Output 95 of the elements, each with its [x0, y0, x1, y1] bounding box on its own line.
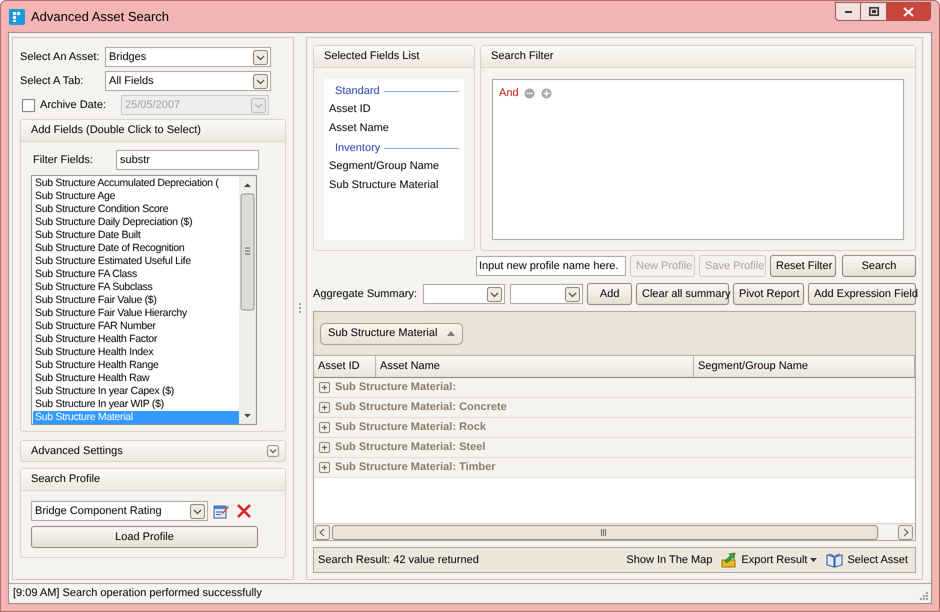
select-asset-button[interactable]: Select Asset [823, 549, 911, 571]
field-label: Archive Date: [40, 98, 108, 113]
column-header[interactable]: Segment/Group Name [694, 356, 915, 377]
close-icon [903, 6, 914, 16]
field-list-item[interactable]: Sub Structure FA Class [33, 268, 239, 281]
minimize-icon [844, 10, 852, 12]
field-list-item[interactable]: Sub Structure Condition Score [33, 203, 239, 216]
dropdown-caret-icon [253, 74, 268, 88]
group-heading: Standard [335, 84, 380, 99]
horizontal-scrollbar[interactable] [314, 523, 915, 540]
operator-link[interactable]: And [498, 85, 520, 102]
book-icon [826, 552, 844, 568]
panel-title: Selected Fields List [324, 49, 420, 64]
field-list-item[interactable]: Sub Structure FAR Number [33, 320, 239, 333]
field-list-item[interactable]: Sub Structure Age [33, 190, 239, 203]
aggregate-button[interactable]: Pivot Report [733, 283, 804, 305]
maximize-button[interactable] [861, 2, 887, 21]
export-menu-button[interactable]: Export Result [718, 549, 820, 571]
window-title: Advanced Asset Search [31, 8, 170, 26]
splitter-grip-icon [298, 302, 302, 314]
field-list-item[interactable]: Sub Structure FA Subclass [33, 281, 239, 294]
column-header[interactable]: Asset Name [376, 356, 694, 377]
field-label: Aggregate Summary: [313, 286, 417, 302]
panel-title: Search Filter [491, 49, 554, 64]
field-list-item[interactable]: Sub Structure Daily Depreciation ($) [33, 216, 239, 229]
selected-field-item[interactable]: Sub Structure Material [329, 179, 438, 191]
group-heading: Inventory [335, 140, 380, 156]
more-icon [524, 88, 535, 99]
aggregate-button[interactable]: Add [587, 283, 632, 305]
field-list-item[interactable]: Sub Structure In year Capex ($) [33, 385, 239, 398]
group-row-label: Sub Structure Material: Steel [335, 440, 486, 456]
expand-icon[interactable] [319, 382, 330, 393]
expand-icon[interactable] [319, 462, 330, 473]
group-row-label: Sub Structure Material: [335, 380, 456, 396]
dropdown-caret-icon [810, 558, 818, 562]
delete-icon [236, 503, 252, 519]
dropdown-caret-icon [487, 286, 502, 302]
panel-title: Add Fields (Double Click to Select) [31, 123, 201, 138]
edit-icon [213, 503, 229, 519]
column-header[interactable]: Asset ID [314, 356, 376, 377]
aggregate-button[interactable]: Clear all summary [636, 283, 729, 305]
profile-button[interactable]: Search [842, 255, 916, 277]
field-list-item[interactable]: Sub Structure Fair Value ($) [33, 294, 239, 307]
dropdown-caret-icon [253, 50, 268, 64]
group-chip[interactable]: Sub Structure Material [320, 322, 463, 344]
group-row-label: Sub Structure Material: Rock [335, 420, 486, 436]
dropdown-caret-icon [251, 98, 266, 112]
field-list-item[interactable]: Sub Structure Estimated Useful Life [33, 255, 239, 268]
field-label: Select An Asset: [20, 50, 100, 65]
result-count: Search Result: 42 value returned [318, 552, 479, 568]
field-list-item[interactable]: Sub Structure Health Factor [33, 333, 239, 346]
dropdown-caret-icon [565, 286, 580, 302]
filter-field[interactable]: substr [116, 150, 259, 170]
sort-ascending-icon [447, 331, 455, 336]
tab-dropdown[interactable]: All Fields [105, 71, 271, 91]
field-list-item[interactable]: Sub Structure Date Built [33, 229, 239, 242]
folder-arrow-icon [721, 552, 738, 568]
selected-field-item[interactable]: Asset ID [329, 103, 371, 115]
dropdown-caret-icon [190, 504, 205, 518]
aggregate-button[interactable]: Add Expression Field [808, 283, 916, 305]
field-list-item[interactable]: Sub Structure Fair Value Hierarchy [33, 307, 239, 320]
profile-name-field[interactable]: Input new profile name here. [476, 256, 626, 276]
status-message: [9:09 AM] Search operation performed successfully [13, 586, 262, 602]
advanced-settings-header[interactable]: Advanced Settings [20, 440, 286, 462]
expand-icon[interactable] [319, 402, 330, 413]
maximize-icon [868, 7, 878, 16]
expand-icon[interactable] [319, 422, 330, 433]
close-button[interactable] [887, 2, 931, 21]
profile-button[interactable]: Reset Filter [770, 255, 836, 277]
selected-field-item[interactable]: Asset Name [329, 122, 389, 134]
profile-dropdown[interactable]: Bridge Component Rating [31, 501, 208, 521]
resize-grip-icon [918, 590, 929, 601]
app-logo-icon [9, 8, 25, 24]
chevron-icon [267, 445, 279, 457]
field-list-item[interactable]: Sub Structure Health Index [33, 346, 239, 359]
selected-field-item[interactable]: Segment/Group Name [329, 160, 440, 172]
field-label: Filter Fields: [33, 152, 94, 168]
aggregate-function-dropdown[interactable] [510, 284, 584, 304]
field-list-item[interactable]: Sub Structure Accumulated Depreciation ( [33, 177, 239, 190]
field-list-item[interactable]: Sub Structure Health Raw [33, 372, 239, 385]
field-list-item[interactable]: Sub Structure Health Range [33, 359, 239, 372]
aggregate-field-dropdown[interactable] [422, 284, 506, 304]
map-link-button[interactable]: Show In The Map [623, 549, 716, 571]
load-profile-button[interactable]: Load Profile [31, 526, 258, 548]
field-list-item[interactable]: Sub Structure Date of Recognition [33, 242, 239, 255]
group-row-label: Sub Structure Material: Timber [335, 460, 496, 476]
expand-icon[interactable] [319, 442, 330, 453]
scrollbar[interactable] [239, 176, 256, 424]
group-row-label: Sub Structure Material: Concrete [335, 400, 507, 416]
add-icon [540, 88, 552, 99]
field-label: Select A Tab: [20, 74, 84, 89]
minimize-button[interactable] [835, 2, 861, 21]
field-list-item[interactable]: Sub Structure In year WIP ($) [33, 398, 239, 411]
panel-title: Search Profile [31, 472, 100, 488]
asset-dropdown[interactable]: Bridges [105, 47, 271, 67]
